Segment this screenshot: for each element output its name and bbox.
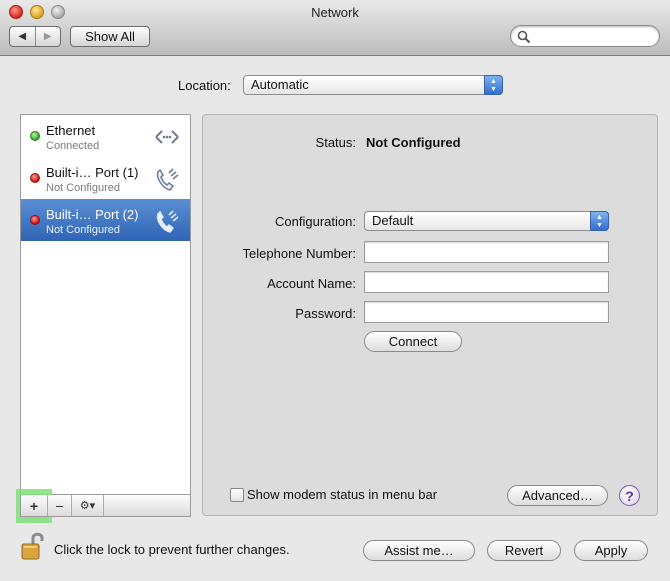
- phone-icon: [156, 168, 179, 191]
- service-name: Ethernet: [46, 123, 96, 138]
- service-status: Connected: [46, 140, 100, 152]
- location-popup[interactable]: Automatic ▲ ▼: [243, 75, 503, 95]
- show-modem-status-label: Show modem status in menu bar: [247, 487, 438, 502]
- service-list: Ethernet Connected Built-i… Port (1) Not…: [20, 114, 191, 495]
- back-forward-control: ◀ ▶: [9, 26, 61, 47]
- service-item-ethernet[interactable]: Ethernet Connected: [21, 115, 190, 157]
- service-status: Not Configured: [46, 224, 120, 236]
- service-item-port-2[interactable]: Built-i… Port (2) Not Configured: [21, 199, 190, 241]
- location-label: Location:: [178, 78, 231, 93]
- service-status: Not Configured: [46, 182, 120, 194]
- search-icon: [517, 30, 531, 44]
- assist-me-button[interactable]: Assist me…: [363, 540, 475, 561]
- popup-arrows-icon: ▲ ▼: [484, 75, 503, 95]
- configuration-value: Default: [372, 213, 414, 228]
- status-dot-red: [30, 215, 40, 225]
- service-name: Built-i… Port (1): [46, 165, 139, 180]
- forward-button[interactable]: ▶: [34, 27, 61, 46]
- help-button[interactable]: ?: [619, 485, 640, 506]
- window-title: Network: [311, 5, 359, 20]
- configuration-popup[interactable]: Default ▲ ▼: [364, 211, 609, 231]
- service-name: Built-i… Port (2): [46, 207, 139, 222]
- location-value: Automatic: [251, 77, 309, 92]
- popup-arrows-icon: ▲ ▼: [590, 211, 609, 231]
- configuration-label: Configuration:: [275, 214, 356, 229]
- lock-message: Click the lock to prevent further change…: [54, 542, 290, 557]
- advanced-button[interactable]: Advanced…: [507, 485, 608, 506]
- search-field[interactable]: [510, 25, 660, 47]
- account-name-field[interactable]: [364, 271, 609, 293]
- telephone-number-label: Telephone Number:: [242, 246, 356, 261]
- account-name-label: Account Name:: [267, 276, 356, 291]
- status-dot-red: [30, 173, 40, 183]
- telephone-number-field[interactable]: [364, 241, 609, 263]
- connect-button[interactable]: Connect: [364, 331, 462, 352]
- add-service-button[interactable]: +: [21, 495, 48, 516]
- action-gear-button[interactable]: ⚙▾: [72, 495, 104, 516]
- ethernet-icon: [155, 130, 179, 144]
- service-list-toolbar: + − ⚙▾: [20, 495, 191, 517]
- status-dot-green: [30, 131, 40, 141]
- show-modem-status-checkbox[interactable]: [230, 488, 244, 502]
- password-field[interactable]: [364, 301, 609, 323]
- lock-icon[interactable]: [20, 530, 46, 562]
- title-bar: Network ◀ ▶ Show All: [0, 0, 670, 56]
- phone-icon: [156, 210, 179, 233]
- apply-button[interactable]: Apply: [574, 540, 648, 561]
- back-button[interactable]: ◀: [10, 27, 35, 46]
- show-all-button[interactable]: Show All: [70, 26, 150, 47]
- revert-button[interactable]: Revert: [487, 540, 561, 561]
- status-value: Not Configured: [366, 135, 461, 150]
- remove-service-button[interactable]: −: [48, 495, 72, 516]
- password-label: Password:: [295, 306, 356, 321]
- service-item-port-1[interactable]: Built-i… Port (1) Not Configured: [21, 157, 190, 199]
- status-label: Status:: [315, 135, 356, 150]
